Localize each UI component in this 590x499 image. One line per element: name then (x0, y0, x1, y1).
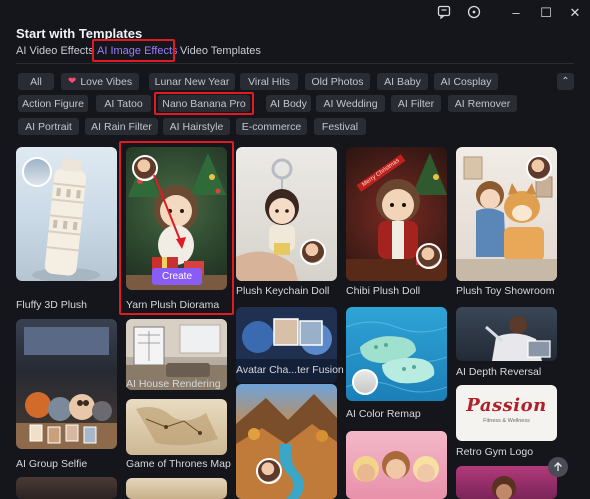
fashion-dolls-image (353, 451, 439, 482)
chip-all[interactable]: All (18, 73, 54, 90)
tab-ai-video-effects[interactable]: AI Video Effects (16, 45, 94, 57)
source-photo-thumbnail (416, 243, 442, 269)
tab-video-templates[interactable]: Video Templates (180, 45, 261, 57)
card-game-of-thrones-map[interactable] (126, 399, 227, 455)
scroll-to-top-button[interactable] (548, 457, 568, 477)
collapse-chips-button[interactable]: ⌃ (557, 73, 574, 90)
card-partial[interactable] (456, 466, 557, 499)
card-partial[interactable] (16, 477, 117, 499)
page-title: Start with Templates (16, 26, 143, 41)
card-plush-toy-showroom[interactable] (456, 147, 557, 281)
card-retro-gym-logo[interactable]: Passion Fitness & Wellness (456, 385, 557, 441)
group-selfie-image (16, 327, 117, 449)
card-title: Game of Thrones Map (126, 458, 231, 470)
chip-viral-hits[interactable]: Viral Hits (240, 73, 298, 90)
active-tab-indicator (97, 60, 170, 62)
minimize-icon[interactable]: – (507, 3, 525, 21)
source-photo-thumbnail (352, 369, 378, 395)
gym-logo-subtitle: Fitness & Wellness (483, 418, 530, 424)
card-partial[interactable] (126, 478, 227, 499)
chip-love-vibes[interactable]: ❤ Love Vibes (61, 73, 139, 90)
chip-ai-baby[interactable]: AI Baby (377, 73, 428, 90)
card-title: Plush Toy Showroom (456, 285, 555, 297)
card-title: Chibi Plush Doll (346, 285, 421, 297)
tab-divider (16, 63, 574, 64)
arrow-up-icon (554, 462, 562, 471)
card-title: AI Depth Reversal (456, 366, 542, 378)
canyon-landscape-image (236, 394, 337, 499)
chip-ai-tatoo[interactable]: AI Tatoo (96, 95, 151, 112)
card-title: AI Color Remap (346, 408, 421, 420)
source-photo-thumbnail (526, 155, 552, 181)
info-icon[interactable] (465, 3, 483, 21)
chip-ai-portrait[interactable]: AI Portrait (18, 118, 79, 135)
card-ai-group-selfie[interactable] (16, 319, 117, 449)
chip-festival[interactable]: Festival (314, 118, 366, 135)
source-photo-thumbnail (256, 458, 282, 484)
tab-ai-image-effects[interactable]: AI Image Effects (97, 45, 178, 57)
card-title: Avatar Cha...ter Fusion (236, 364, 344, 376)
chip-nano-banana-pro[interactable]: Nano Banana Pro (158, 95, 250, 112)
card-title: AI House Rendering (126, 378, 221, 390)
source-photo-thumbnail (22, 157, 52, 187)
card-plush-keychain-doll[interactable] (236, 147, 337, 281)
close-icon[interactable]: ✕ (566, 3, 584, 21)
card-title: Retro Gym Logo (456, 446, 534, 458)
chip-old-photos[interactable]: Old Photos (305, 73, 370, 90)
depth-reversal-image (485, 316, 551, 361)
chip-lunar-new-year[interactable]: Lunar New Year (149, 73, 235, 90)
source-photo-thumbnail (300, 239, 326, 265)
card-ai-color-remap[interactable] (346, 307, 447, 401)
chip-ai-hairstyle[interactable]: AI Hairstyle (163, 118, 230, 135)
maximize-icon[interactable]: ☐ (537, 3, 555, 21)
card-title: AI Group Selfie (16, 458, 88, 470)
arrow-icon (153, 174, 186, 249)
heart-icon: ❤ (67, 76, 77, 87)
chip-ai-filter[interactable]: AI Filter (391, 95, 441, 112)
chip-ai-cosplay[interactable]: AI Cosplay (434, 73, 498, 90)
gym-logo-text: Passion (466, 395, 547, 416)
create-button[interactable]: Create (152, 268, 202, 285)
chip-ai-wedding[interactable]: AI Wedding (316, 95, 385, 112)
map-image (136, 407, 218, 446)
chip-e-commerce[interactable]: E-commerce (236, 118, 307, 135)
feedback-icon[interactable] (435, 3, 453, 21)
card-ai-depth-reversal[interactable] (456, 307, 557, 361)
chip-label: Love Vibes (80, 75, 133, 88)
title-bar: – ☐ ✕ (0, 0, 590, 26)
chip-ai-remover[interactable]: AI Remover (448, 95, 517, 112)
card-title: Plush Keychain Doll (236, 285, 330, 297)
chip-ai-body[interactable]: AI Body (266, 95, 311, 112)
card-landscape[interactable] (236, 384, 337, 499)
card-dolls[interactable] (346, 431, 447, 499)
portrait-image (492, 476, 516, 499)
card-chibi-plush-doll[interactable]: Merry Christmas (346, 147, 447, 281)
card-fluffy-3d-plush[interactable] (16, 147, 117, 281)
chip-action-figure[interactable]: Action Figure (18, 95, 88, 112)
card-title: Fluffy 3D Plush (16, 299, 88, 311)
card-title: Yarn Plush Diorama (126, 299, 220, 311)
chip-ai-rain-filter[interactable]: AI Rain Filter (85, 118, 158, 135)
